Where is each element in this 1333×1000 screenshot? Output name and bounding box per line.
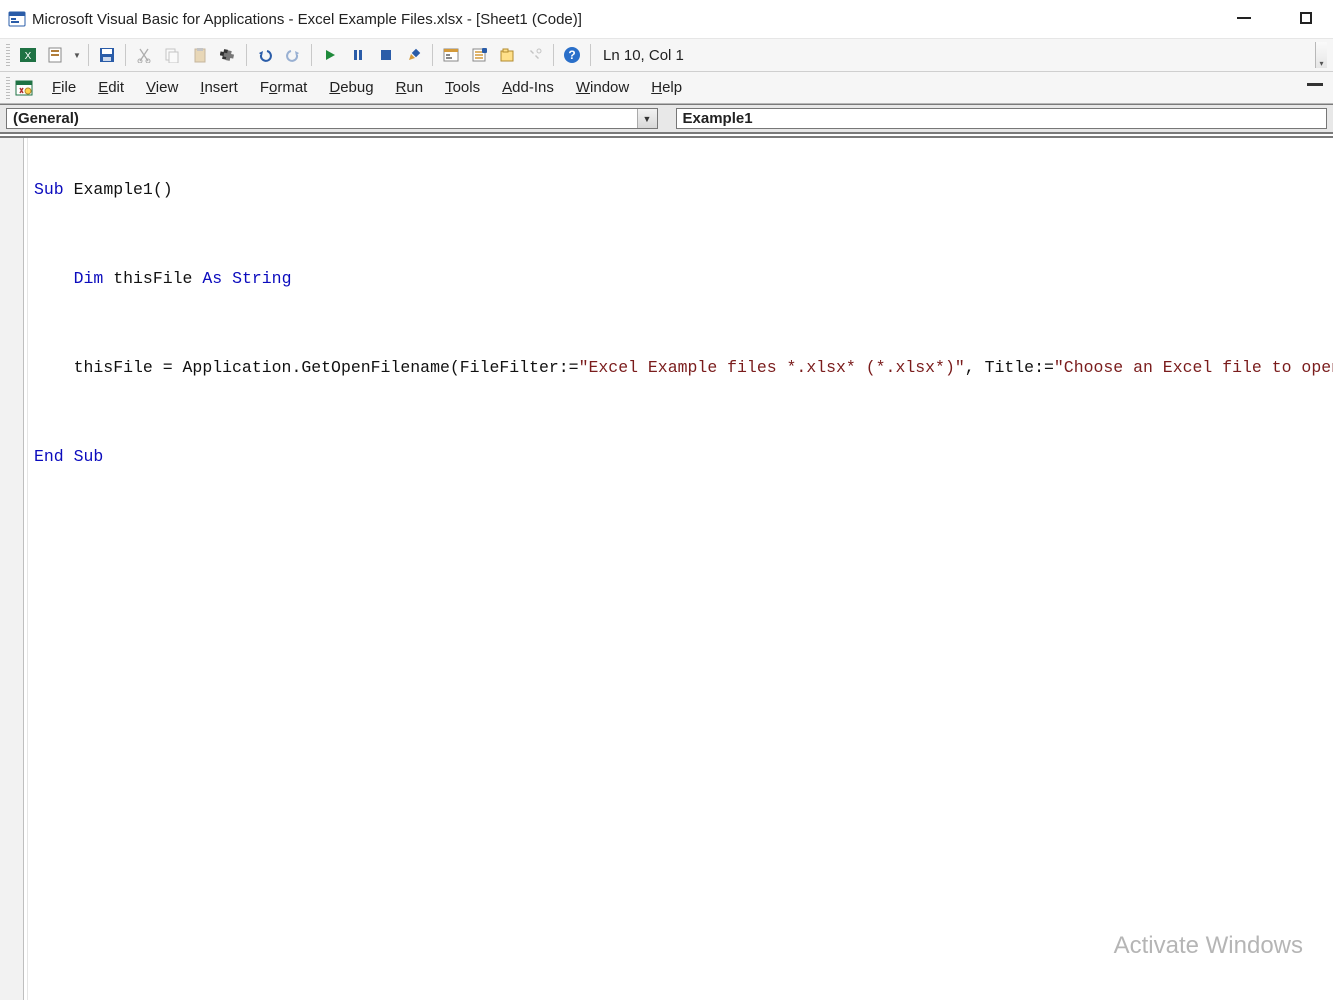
undo-icon[interactable] (253, 43, 277, 67)
save-icon[interactable] (95, 43, 119, 67)
menu-edit[interactable]: Edit (88, 77, 134, 98)
code-token: "Choose an Excel file to open" (1054, 358, 1333, 377)
break-icon[interactable] (346, 43, 370, 67)
toolbar-grip[interactable] (6, 44, 10, 66)
code-token: End Sub (34, 447, 103, 466)
titlebar: Microsoft Visual Basic for Applications … (0, 0, 1333, 38)
procedure-dropdown[interactable]: Example1 (676, 108, 1328, 129)
excel-sheet-icon[interactable] (14, 78, 34, 98)
object-browser-icon[interactable] (495, 43, 519, 67)
toolbox-icon[interactable] (523, 43, 547, 67)
code-token: As (202, 269, 222, 288)
standard-toolbar: X ▼ (0, 38, 1333, 72)
cut-icon[interactable] (132, 43, 156, 67)
windows-activation-watermark: Activate Windows (1114, 932, 1303, 960)
paste-icon[interactable] (188, 43, 212, 67)
menu-addins[interactable]: Add-Ins (492, 77, 564, 98)
separator (246, 44, 247, 66)
menubar: File Edit View Insert Format Debug Run T… (0, 72, 1333, 104)
code-token: thisFile (103, 269, 202, 288)
svg-text:X: X (25, 51, 32, 62)
menu-view[interactable]: View (136, 77, 188, 98)
separator (590, 44, 591, 66)
code-token: , Title:= (965, 358, 1054, 377)
menu-format[interactable]: Format (250, 77, 318, 98)
properties-window-icon[interactable] (467, 43, 491, 67)
window-title: Microsoft Visual Basic for Applications … (32, 11, 582, 28)
menu-run[interactable]: Run (386, 77, 434, 98)
menu-file[interactable]: File (42, 77, 86, 98)
separator (311, 44, 312, 66)
view-excel-icon[interactable]: X (16, 43, 40, 67)
object-procedure-bar: (General) ▼ Example1 (0, 104, 1333, 134)
menu-help[interactable]: Help (641, 77, 692, 98)
code-token: String (222, 269, 291, 288)
separator (88, 44, 89, 66)
separator (553, 44, 554, 66)
insert-dropdown-icon[interactable]: ▼ (72, 43, 82, 67)
svg-text:?: ? (568, 48, 575, 62)
code-token: "Excel Example files *.xlsx* (*.xlsx*)" (579, 358, 965, 377)
procedure-dropdown-value: Example1 (677, 110, 1327, 127)
menu-tools[interactable]: Tools (435, 77, 490, 98)
maximize-button[interactable] (1289, 6, 1323, 30)
design-mode-icon[interactable] (402, 43, 426, 67)
code-token: Dim (74, 269, 104, 288)
object-dropdown[interactable]: (General) ▼ (6, 108, 658, 129)
code-editor: Sub Example1() Dim thisFile As String th… (0, 136, 1333, 1000)
find-icon[interactable] (216, 43, 240, 67)
reset-icon[interactable] (374, 43, 398, 67)
cursor-position: Ln 10, Col 1 (597, 47, 690, 64)
code-token: Sub (34, 180, 64, 199)
menu-window[interactable]: Window (566, 77, 639, 98)
code-text-area[interactable]: Sub Example1() Dim thisFile As String th… (28, 138, 1333, 1000)
menubar-grip[interactable] (6, 77, 10, 99)
object-dropdown-value: (General) (7, 110, 637, 127)
insert-module-icon[interactable] (44, 43, 68, 67)
menu-debug[interactable]: Debug (319, 77, 383, 98)
toolbar-options-dropdown[interactable]: ▾ (1315, 42, 1327, 68)
code-token: thisFile = Application.GetOpenFilename(F… (34, 358, 579, 377)
separator (432, 44, 433, 66)
minimize-button[interactable] (1227, 6, 1261, 30)
menu-insert[interactable]: Insert (190, 77, 248, 98)
run-icon[interactable] (318, 43, 342, 67)
project-explorer-icon[interactable] (439, 43, 463, 67)
mdi-restore-icon[interactable] (1307, 78, 1325, 96)
vba-app-icon (8, 10, 26, 28)
separator (125, 44, 126, 66)
chevron-down-icon[interactable]: ▼ (637, 109, 657, 128)
window-controls (1227, 6, 1323, 30)
copy-icon[interactable] (160, 43, 184, 67)
redo-icon[interactable] (281, 43, 305, 67)
code-token: Example1() (64, 180, 173, 199)
help-icon[interactable]: ? (560, 43, 584, 67)
margin-indicator-bar[interactable] (0, 138, 24, 1000)
